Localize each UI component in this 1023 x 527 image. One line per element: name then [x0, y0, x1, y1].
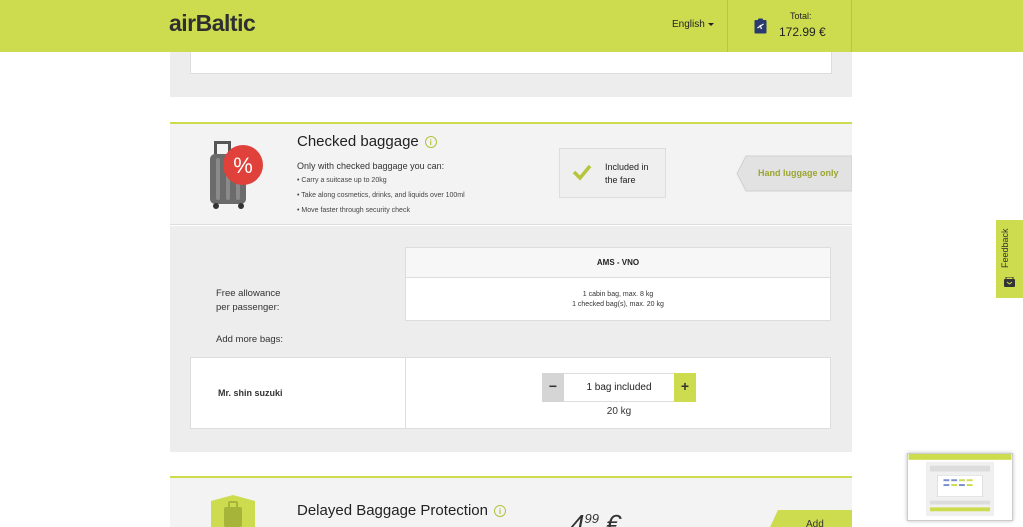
- passenger-bag-row: Mr. shin suzuki − 1 bag included + 20 kg: [190, 357, 831, 429]
- suitcase-discount-icon: %: [210, 141, 263, 209]
- caret-down-icon: [707, 22, 714, 26]
- feedback-label: Feedback: [1000, 228, 1010, 268]
- cabin-allowance: 1 cabin bag, max. 8 kg: [582, 291, 654, 298]
- site-header: airBaltic English Total: 172.99 €: [0, 0, 1023, 52]
- svg-text:%: %: [233, 153, 253, 178]
- delayed-baggage-title: Delayed Baggage Protection i: [297, 502, 506, 519]
- feedback-tab[interactable]: Feedback: [996, 220, 1023, 298]
- total-label: Total:: [790, 11, 812, 21]
- price-currency: €: [606, 509, 621, 527]
- benefit-item: • Carry a suitcase up to 20kg: [297, 177, 387, 184]
- info-icon[interactable]: i: [493, 505, 506, 518]
- benefit-item: • Take along cosmetics, drinks, and liqu…: [297, 192, 465, 199]
- bag-weight: 20 kg: [606, 406, 632, 417]
- page-thumbnail[interactable]: [907, 453, 1013, 521]
- delayed-baggage-title-text: Delayed Baggage Protection: [297, 502, 488, 519]
- price-main: 4: [570, 509, 585, 527]
- header-divider: [851, 0, 852, 52]
- total-price: 172.99 €: [779, 25, 826, 39]
- free-allowance-label: Free allowance per passenger:: [216, 287, 336, 315]
- feedback-icon: [1004, 277, 1015, 287]
- airbaltic-logo[interactable]: airBaltic: [169, 10, 256, 37]
- delayed-baggage-price: 499 €: [570, 509, 621, 527]
- decrease-bags-button[interactable]: −: [542, 373, 564, 402]
- bag-count-value: 1 bag included: [564, 373, 674, 402]
- checked-allowance: 1 checked bag(s), max. 20 kg: [572, 301, 664, 308]
- allowance-table: AMS - VNO 1 cabin bag, max. 8 kg 1 check…: [405, 247, 831, 321]
- info-icon[interactable]: i: [424, 136, 437, 149]
- free-allowance-line-2: per passenger:: [216, 302, 280, 313]
- checked-baggage-title-text: Checked baggage: [297, 133, 419, 150]
- passenger-name: Mr. shin suzuki: [218, 388, 283, 398]
- language-selector[interactable]: English: [672, 19, 714, 30]
- benefit-item: • Move faster through security check: [297, 207, 410, 214]
- free-allowance-line-1: Free allowance: [216, 288, 281, 299]
- included-line-2: the fare: [605, 175, 636, 185]
- checkmark-icon: [572, 164, 592, 181]
- header-divider: [727, 0, 728, 52]
- add-more-bags-label: Add more bags:: [216, 334, 284, 345]
- increase-bags-button[interactable]: +: [674, 373, 696, 402]
- route-header: AMS - VNO: [406, 248, 830, 278]
- checked-baggage-subtitle: Only with checked baggage you can:: [297, 161, 445, 171]
- row-divider: [405, 358, 406, 428]
- price-cents: 99: [584, 511, 599, 526]
- shield-luggage-icon: [211, 495, 255, 527]
- included-in-fare-label: Included in the fare: [605, 161, 665, 187]
- included-line-1: Included in: [605, 162, 649, 172]
- checked-baggage-title: Checked baggage i: [297, 133, 437, 150]
- booking-cart-icon[interactable]: [754, 18, 767, 34]
- hand-luggage-only-label[interactable]: Hand luggage only: [758, 168, 839, 178]
- delayed-baggage-header: [170, 476, 852, 527]
- language-label: English: [672, 19, 705, 30]
- add-label[interactable]: Add: [806, 519, 824, 527]
- included-in-fare-option[interactable]: Included in the fare: [559, 148, 666, 198]
- previous-section-card: [190, 52, 832, 74]
